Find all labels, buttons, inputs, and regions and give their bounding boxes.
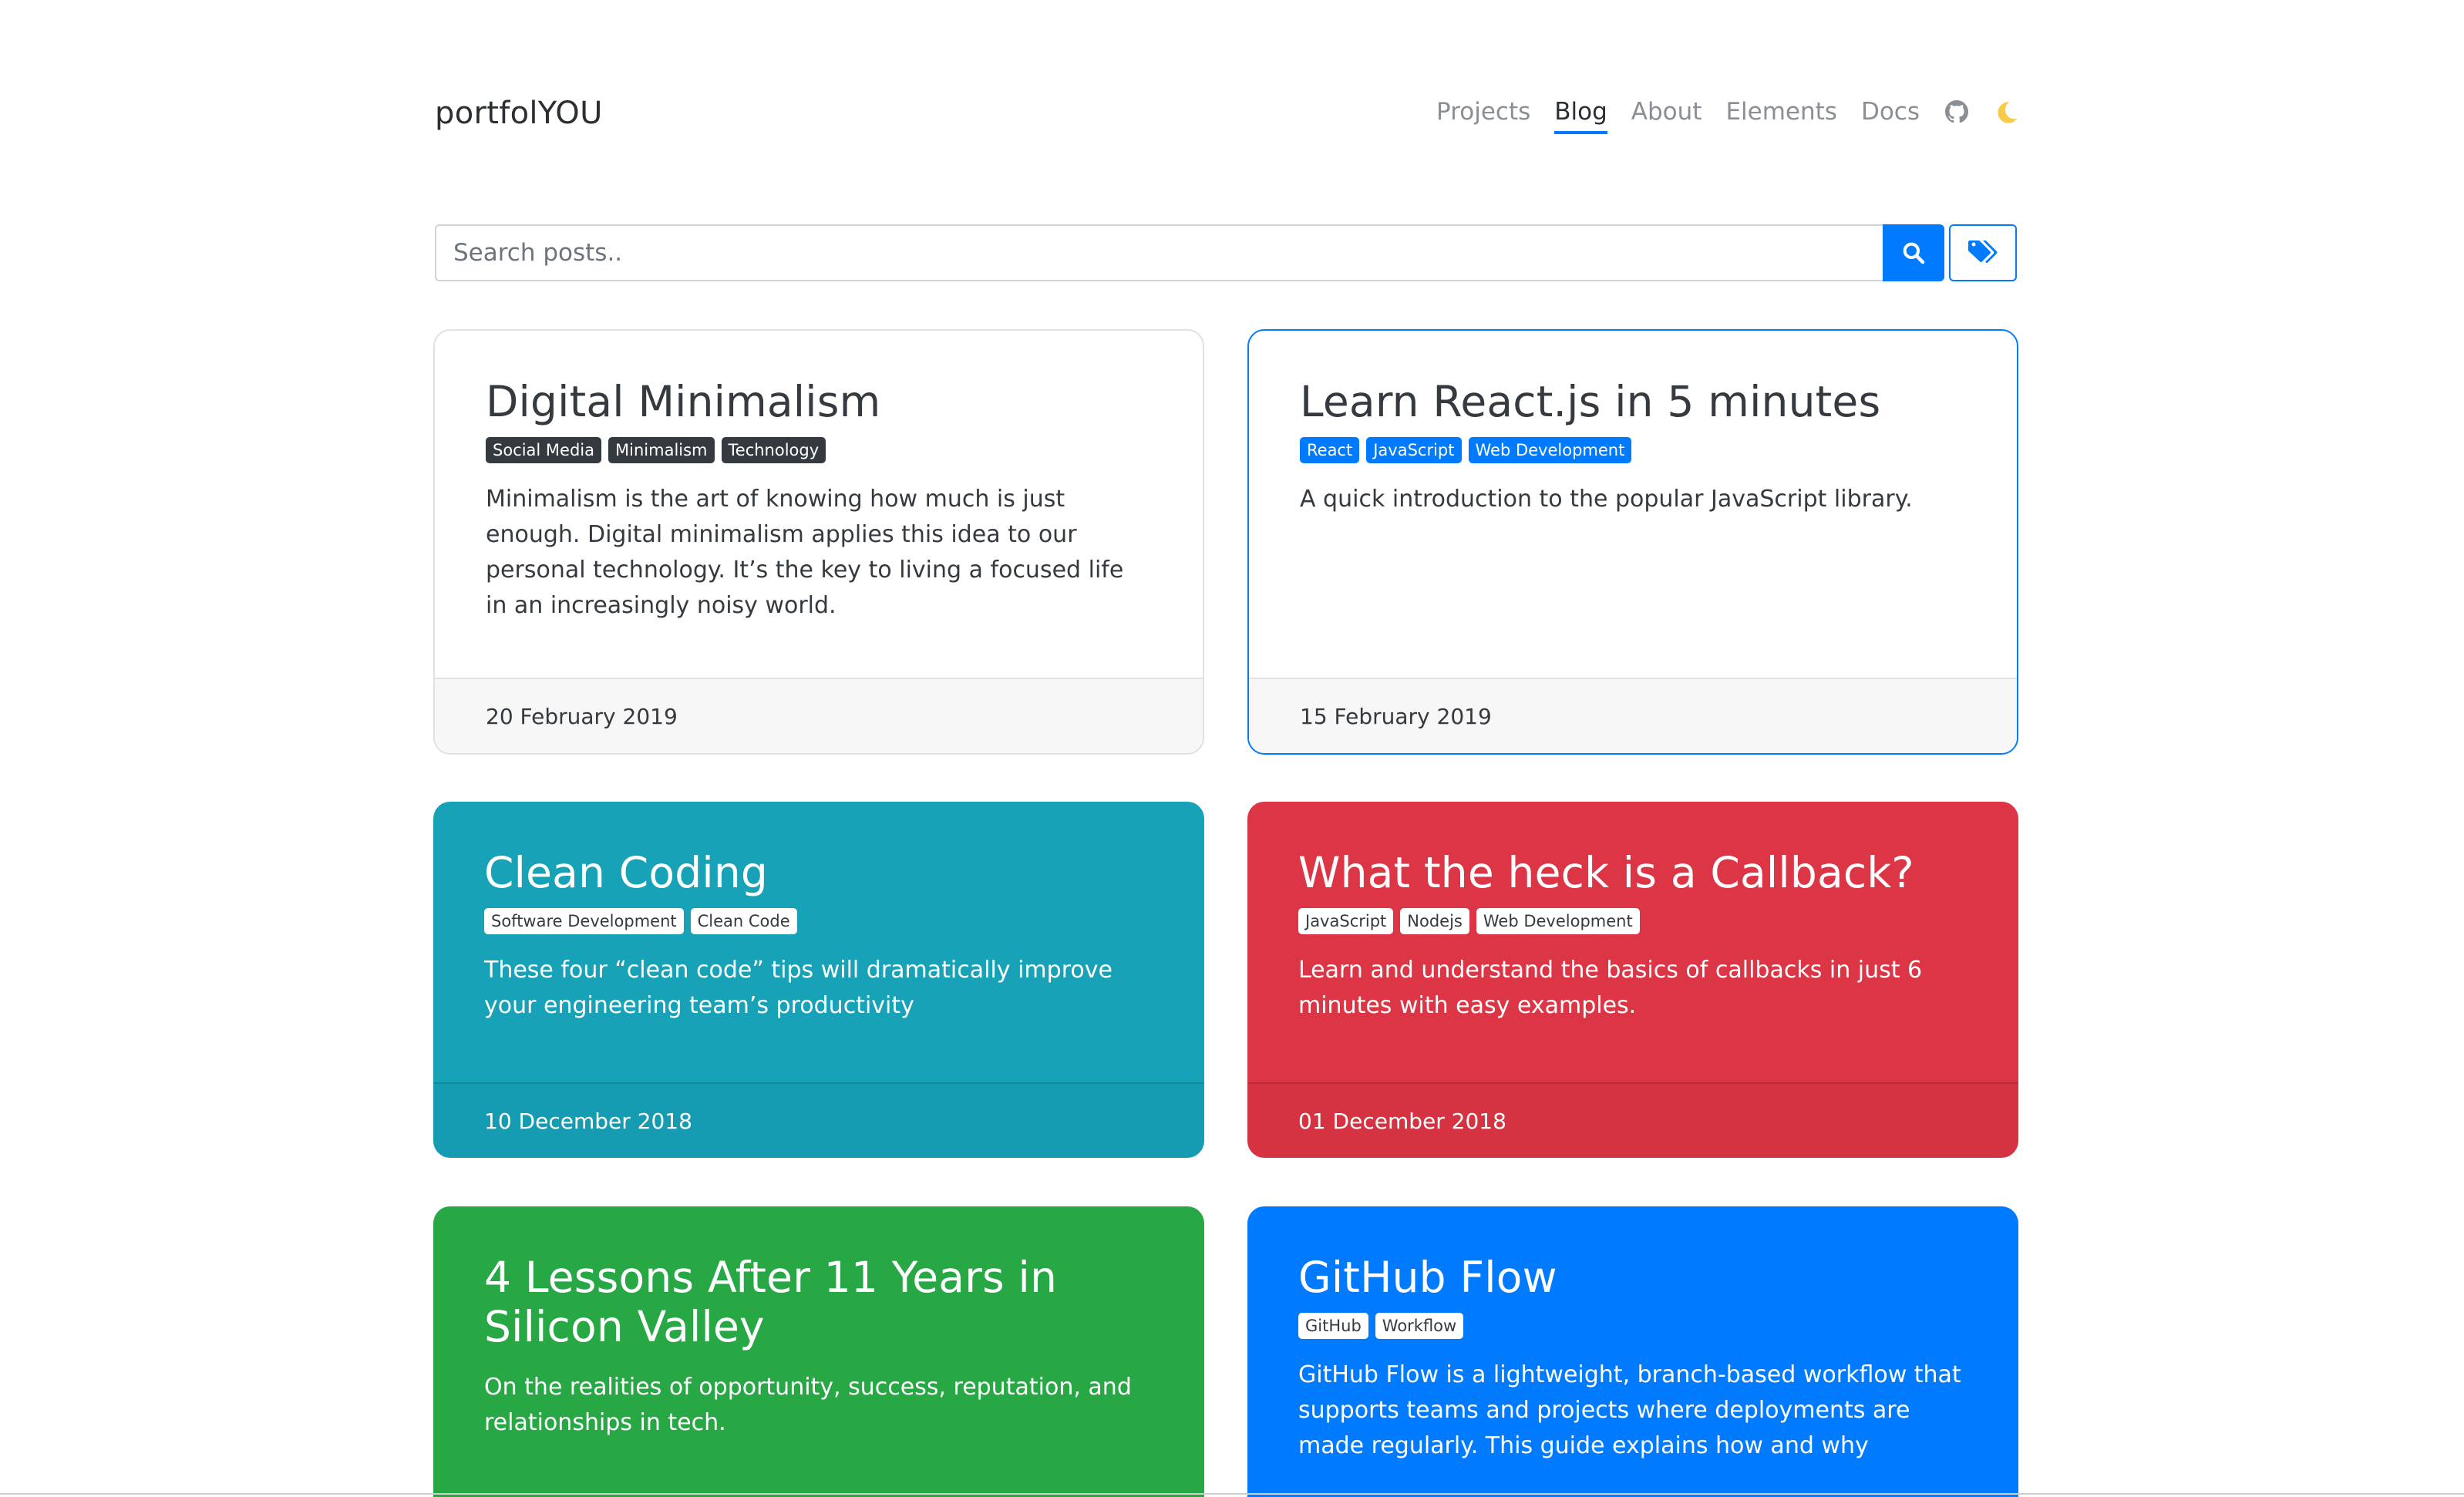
post-tag[interactable]: Web Development xyxy=(1468,437,1632,463)
post-tags: Social Media Minimalism Technology xyxy=(486,437,1152,463)
post-card-learn-react[interactable]: Learn React.js in 5 minutes React JavaSc… xyxy=(1247,329,2018,755)
post-tags: JavaScript Nodejs Web Development xyxy=(1298,908,1967,934)
post-card-digital-minimalism[interactable]: Digital Minimalism Social Media Minimali… xyxy=(433,329,1204,755)
post-title[interactable]: Learn React.js in 5 minutes xyxy=(1300,377,1966,426)
viewport-bottom-divider xyxy=(0,1493,2464,1495)
post-excerpt: Minimalism is the art of knowing how muc… xyxy=(486,486,1124,619)
post-tag[interactable]: Minimalism xyxy=(608,437,715,463)
post-date: 20 February 2019 xyxy=(435,678,1203,753)
post-tags: GitHub Workflow xyxy=(1298,1313,1967,1339)
tags-icon xyxy=(1968,241,1998,263)
post-date: 10 December 2018 xyxy=(433,1082,1204,1158)
nav-link-blog[interactable]: Blog xyxy=(1554,94,1607,134)
post-tag[interactable]: JavaScript xyxy=(1366,437,1462,463)
post-tag[interactable]: GitHub xyxy=(1298,1313,1368,1339)
search-icon xyxy=(1903,242,1925,264)
post-excerpt: GitHub Flow is a lightweight, branch-bas… xyxy=(1298,1361,1961,1459)
post-card-github-flow[interactable]: GitHub Flow GitHub Workflow GitHub Flow … xyxy=(1247,1206,2018,1497)
search-bar xyxy=(435,224,2018,281)
moon-icon[interactable] xyxy=(1994,99,2020,125)
post-tag[interactable]: Clean Code xyxy=(690,908,797,934)
site-brand[interactable]: portfolYOU xyxy=(435,96,603,131)
post-date: 15 February 2019 xyxy=(1249,678,2017,753)
post-tag[interactable]: Social Media xyxy=(486,437,602,463)
tags-button[interactable] xyxy=(1949,224,2017,281)
post-tag[interactable]: Software Development xyxy=(484,908,684,934)
post-tags: Software Development Clean Code xyxy=(484,908,1153,934)
page-container: portfolYOU Projects Blog About Elements … xyxy=(433,0,2020,1497)
post-card-clean-coding[interactable]: Clean Coding Software Development Clean … xyxy=(433,802,1204,1158)
post-tag[interactable]: Web Development xyxy=(1476,908,1640,934)
post-tags: React JavaScript Web Development xyxy=(1300,437,1966,463)
post-tag[interactable]: Workflow xyxy=(1375,1313,1464,1339)
nav-link-elements[interactable]: Elements xyxy=(1725,94,1837,130)
post-card-silicon-valley[interactable]: 4 Lessons After 11 Years in Silicon Vall… xyxy=(433,1206,1204,1497)
post-title[interactable]: What the heck is a Callback? xyxy=(1298,848,1967,897)
post-title[interactable]: Digital Minimalism xyxy=(486,377,1152,426)
post-date: 01 December 2018 xyxy=(1247,1082,2018,1158)
post-excerpt: On the realities of opportunity, success… xyxy=(484,1374,1132,1436)
post-title[interactable]: Clean Coding xyxy=(484,848,1153,897)
post-title[interactable]: GitHub Flow xyxy=(1298,1253,1967,1302)
nav-link-docs[interactable]: Docs xyxy=(1861,94,1920,130)
post-title[interactable]: 4 Lessons After 11 Years in Silicon Vall… xyxy=(484,1253,1153,1351)
main-nav: Projects Blog About Elements Docs xyxy=(1412,93,2020,134)
nav-link-about[interactable]: About xyxy=(1631,94,1702,130)
search-input[interactable] xyxy=(435,224,1883,281)
post-tag[interactable]: JavaScript xyxy=(1298,908,1394,934)
post-tag[interactable]: Nodejs xyxy=(1400,908,1469,934)
search-button[interactable] xyxy=(1883,224,1944,281)
post-excerpt: Learn and understand the basics of callb… xyxy=(1298,957,1923,1019)
nav-link-projects[interactable]: Projects xyxy=(1436,94,1530,130)
post-tag[interactable]: React xyxy=(1300,437,1360,463)
post-tag[interactable]: Technology xyxy=(721,437,826,463)
post-card-callback[interactable]: What the heck is a Callback? JavaScript … xyxy=(1247,802,2018,1158)
post-excerpt: These four “clean code” tips will dramat… xyxy=(484,957,1113,1019)
post-excerpt: A quick introduction to the popular Java… xyxy=(1300,486,1913,513)
github-icon[interactable] xyxy=(1944,99,1970,125)
